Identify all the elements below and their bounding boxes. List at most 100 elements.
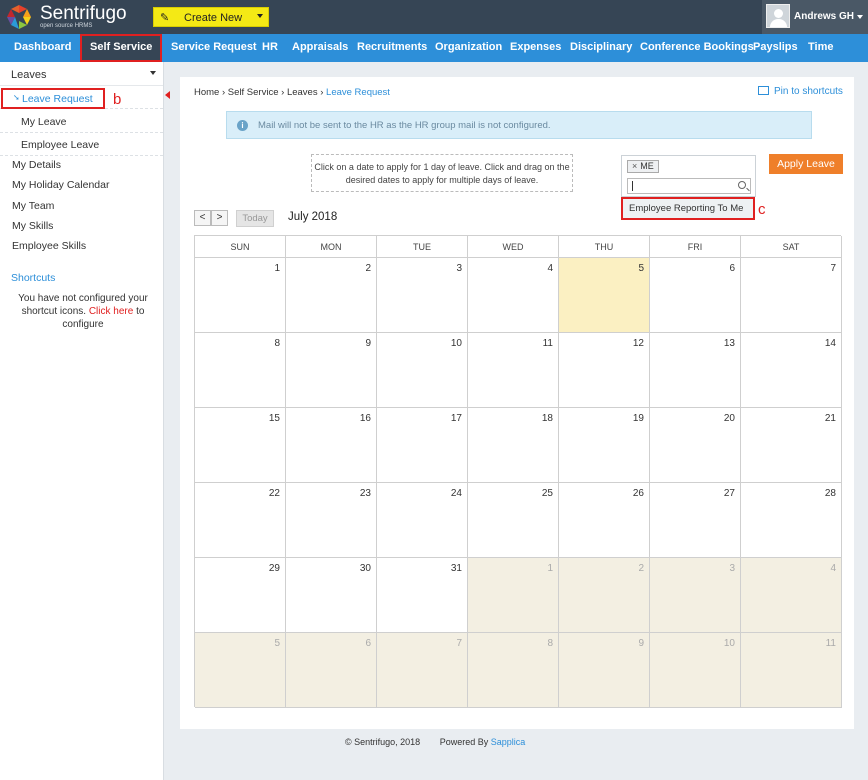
day-number: 18 (541, 413, 553, 424)
calendar-day[interactable]: 2 (286, 258, 377, 333)
weekday-header: WED (468, 236, 559, 258)
pin-label: Pin to shortcuts (774, 86, 843, 97)
calendar-day[interactable]: 16 (286, 408, 377, 483)
today-button[interactable]: Today (236, 210, 274, 227)
nav-organization[interactable]: Organization (435, 34, 502, 62)
filter-search-input[interactable] (627, 178, 751, 194)
nav-self-service[interactable]: Self Service (80, 34, 163, 62)
calendar-day[interactable]: 31 (377, 558, 468, 633)
calendar-day[interactable]: 3 (377, 258, 468, 333)
nav-dashboard[interactable]: Dashboard (14, 34, 71, 62)
calendar-day[interactable]: 12 (559, 333, 650, 408)
calendar-day[interactable]: 19 (559, 408, 650, 483)
calendar-day[interactable]: 21 (741, 408, 842, 483)
calendar-day[interactable]: 13 (650, 333, 741, 408)
username: Andrews GH (794, 11, 855, 22)
shortcuts-configure-link[interactable]: Click here (89, 306, 133, 317)
annotation-c: c (758, 201, 766, 218)
day-number: 28 (824, 488, 836, 499)
nav-disciplinary[interactable]: Disciplinary (570, 34, 632, 62)
nav-appraisals[interactable]: Appraisals (292, 34, 348, 62)
day-number: 14 (824, 338, 836, 349)
apply-leave-button[interactable]: Apply Leave (769, 154, 843, 174)
calendar-day-other-month[interactable]: 8 (468, 633, 559, 708)
calendar-day[interactable]: 10 (377, 333, 468, 408)
employee-filter-select[interactable]: × ME (621, 155, 756, 197)
calendar-day[interactable]: 20 (650, 408, 741, 483)
calendar-day-other-month[interactable]: 4 (741, 558, 842, 633)
sidebar-item-employee-skills[interactable]: Employee Skills (12, 240, 86, 263)
app-tagline: open source HRMS (40, 23, 93, 29)
calendar-day-other-month[interactable]: 6 (286, 633, 377, 708)
calendar-day[interactable]: 25 (468, 483, 559, 558)
calendar-day[interactable]: 11 (468, 333, 559, 408)
calendar-day-other-month[interactable]: 10 (650, 633, 741, 708)
calendar-day[interactable]: 29 (195, 558, 286, 633)
sidebar: Leaves ➘ Leave Request My Leave Employee… (0, 62, 164, 780)
day-number: 11 (825, 638, 836, 649)
day-number: 6 (365, 638, 371, 649)
nav-hr[interactable]: HR (262, 34, 278, 62)
breadcrumb-leaves[interactable]: Leaves (287, 87, 318, 98)
calendar-day-other-month[interactable]: 1 (468, 558, 559, 633)
create-new-button[interactable]: ✎ Create New (153, 7, 269, 27)
breadcrumb-self-service[interactable]: Self Service (228, 87, 279, 98)
calendar-day-other-month[interactable]: 11 (741, 633, 842, 708)
option-employee-reporting-to-me[interactable]: Employee Reporting To Me (621, 197, 755, 220)
caret-down-icon (150, 71, 156, 75)
calendar-day[interactable]: 28 (741, 483, 842, 558)
sidebar-item-employee-leave[interactable]: Employee Leave (0, 133, 163, 156)
calendar-day[interactable]: 23 (286, 483, 377, 558)
calendar-day[interactable]: 18 (468, 408, 559, 483)
collapse-sidebar-icon[interactable] (165, 91, 170, 99)
sidebar-item-my-holiday-calendar[interactable]: My Holiday Calendar (12, 179, 109, 202)
sidebar-leaves-dropdown[interactable]: Leaves (0, 62, 163, 86)
calendar-day[interactable]: 9 (286, 333, 377, 408)
calendar-day-other-month[interactable]: 2 (559, 558, 650, 633)
day-number: 10 (450, 338, 462, 349)
next-month-button[interactable]: > (211, 210, 228, 226)
nav-service-request[interactable]: Service Request (171, 34, 257, 62)
nav-payslips[interactable]: Payslips (753, 34, 798, 62)
calendar-day[interactable]: 8 (195, 333, 286, 408)
calendar-day[interactable]: 7 (741, 258, 842, 333)
calendar-day[interactable]: 4 (468, 258, 559, 333)
calendar-day[interactable]: 17 (377, 408, 468, 483)
user-menu[interactable]: Andrews GH (762, 0, 868, 34)
sentrifugo-logo-icon[interactable] (6, 4, 32, 30)
pin-icon (758, 86, 769, 95)
calendar-day-other-month[interactable]: 7 (377, 633, 468, 708)
calendar-day[interactable]: 27 (650, 483, 741, 558)
calendar-day[interactable]: 30 (286, 558, 377, 633)
pin-to-shortcuts-button[interactable]: Pin to shortcuts (758, 86, 843, 97)
day-number: 30 (359, 563, 371, 574)
day-number: 13 (723, 338, 735, 349)
calendar-day-other-month[interactable]: 9 (559, 633, 650, 708)
app-name: Sentrifugo (40, 3, 127, 24)
remove-tag-icon[interactable]: × (632, 161, 637, 171)
breadcrumb-home[interactable]: Home (194, 87, 219, 98)
calendar-day[interactable]: 22 (195, 483, 286, 558)
calendar-day[interactable]: 14 (741, 333, 842, 408)
footer-powered-by: Powered By (439, 737, 489, 747)
calendar-day[interactable]: 26 (559, 483, 650, 558)
sidebar-item-my-leave[interactable]: My Leave (0, 110, 163, 133)
sidebar-item-leave-request[interactable]: ➘ Leave Request (1, 88, 105, 109)
nav-expenses[interactable]: Expenses (510, 34, 561, 62)
shortcuts-heading: Shortcuts (11, 272, 56, 284)
nav-recruitments[interactable]: Recruitments (357, 34, 427, 62)
calendar-day[interactable]: 5 (559, 258, 650, 333)
nav-time[interactable]: Time (808, 34, 833, 62)
nav-conference-bookings[interactable]: Conference Bookings (640, 34, 754, 62)
footer-brand-link[interactable]: Sapplica (491, 737, 526, 747)
calendar-day[interactable]: 6 (650, 258, 741, 333)
day-number: 2 (638, 563, 644, 574)
calendar-day[interactable]: 24 (377, 483, 468, 558)
calendar-day-other-month[interactable]: 5 (195, 633, 286, 708)
calendar-day[interactable]: 15 (195, 408, 286, 483)
calendar-day[interactable]: 1 (195, 258, 286, 333)
calendar-day-other-month[interactable]: 3 (650, 558, 741, 633)
chevron-down-icon (257, 14, 263, 18)
day-number: 5 (638, 263, 644, 274)
prev-month-button[interactable]: < (194, 210, 211, 226)
